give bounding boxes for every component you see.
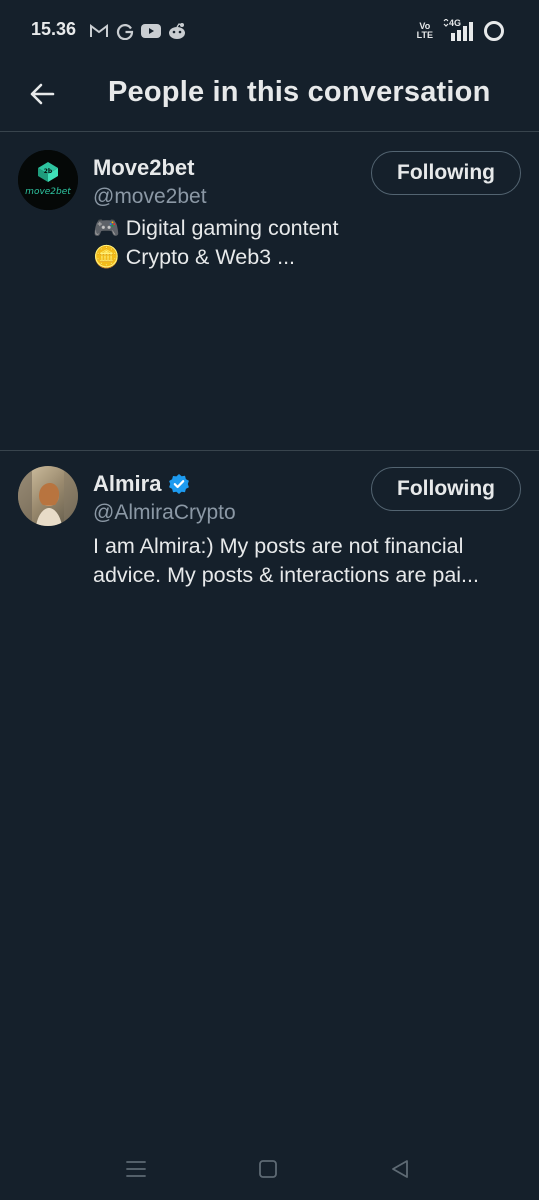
name-row: Move2bet — [93, 155, 194, 181]
back-icon — [392, 1160, 408, 1178]
bio: I am Almira:) My posts are not financial… — [93, 532, 518, 590]
bio-line: advice. My posts & interactions are pai.… — [93, 563, 479, 587]
bio-line: 🎮 Digital gaming content — [93, 216, 339, 240]
avatar[interactable] — [18, 466, 78, 526]
status-time: 15.36 — [31, 19, 77, 39]
header: People in this conversation — [0, 62, 539, 132]
bio-line: I am Almira:) My posts are not financial — [93, 534, 464, 558]
username[interactable]: @AlmiraCrypto — [93, 501, 236, 525]
list-item[interactable]: move2bet 2b Move2bet @move2bet 🎮 Digital… — [0, 133, 539, 291]
list-item[interactable]: Almira @AlmiraCrypto I am Almira:) My po… — [0, 291, 539, 587]
back-button[interactable] — [22, 74, 62, 114]
name-row: Almira — [93, 471, 190, 497]
profile-photo — [18, 466, 78, 526]
arrow-left-icon — [30, 83, 55, 105]
youtube-icon — [141, 22, 161, 40]
bio: 🎮 Digital gaming content 🪙 Crypto & Web3… — [93, 214, 518, 272]
notification-icons — [89, 21, 187, 41]
following-button[interactable]: Following — [371, 151, 521, 195]
avatar-logo-badge: 2b — [44, 168, 53, 175]
recents-button[interactable] — [121, 1156, 151, 1182]
system-nav-bar — [0, 1140, 539, 1200]
volte-icon: Vo LTE — [417, 22, 433, 40]
signal-icon: 4G — [441, 18, 475, 43]
system-icons: Vo LTE 4G — [417, 18, 505, 44]
gmail-icon — [89, 22, 109, 40]
reddit-icon — [167, 22, 187, 40]
people-list: move2bet 2b Move2bet @move2bet 🎮 Digital… — [0, 133, 539, 587]
move2bet-logo-icon: move2bet 2b — [18, 150, 78, 210]
display-name[interactable]: Almira — [93, 471, 161, 497]
following-button[interactable]: Following — [371, 467, 521, 511]
back-nav-button[interactable] — [385, 1156, 415, 1182]
battery-saver-icon — [483, 20, 505, 42]
avatar[interactable]: move2bet 2b — [18, 150, 78, 210]
verified-badge-icon — [169, 474, 190, 494]
home-button[interactable] — [253, 1156, 283, 1182]
avatar-logo-text: move2bet — [25, 187, 71, 197]
home-icon — [259, 1160, 277, 1178]
username[interactable]: @move2bet — [93, 185, 207, 209]
bio-line: 🪙 Crypto & Web3 ... — [93, 245, 296, 269]
display-name[interactable]: Move2bet — [93, 155, 194, 181]
menu-icon — [126, 1161, 146, 1177]
status-bar: 15.36 Vo LTE 4G — [0, 0, 539, 62]
page-title: People in this conversation — [108, 76, 491, 108]
volte-bottom-label: LTE — [416, 30, 433, 40]
google-icon — [115, 22, 135, 40]
